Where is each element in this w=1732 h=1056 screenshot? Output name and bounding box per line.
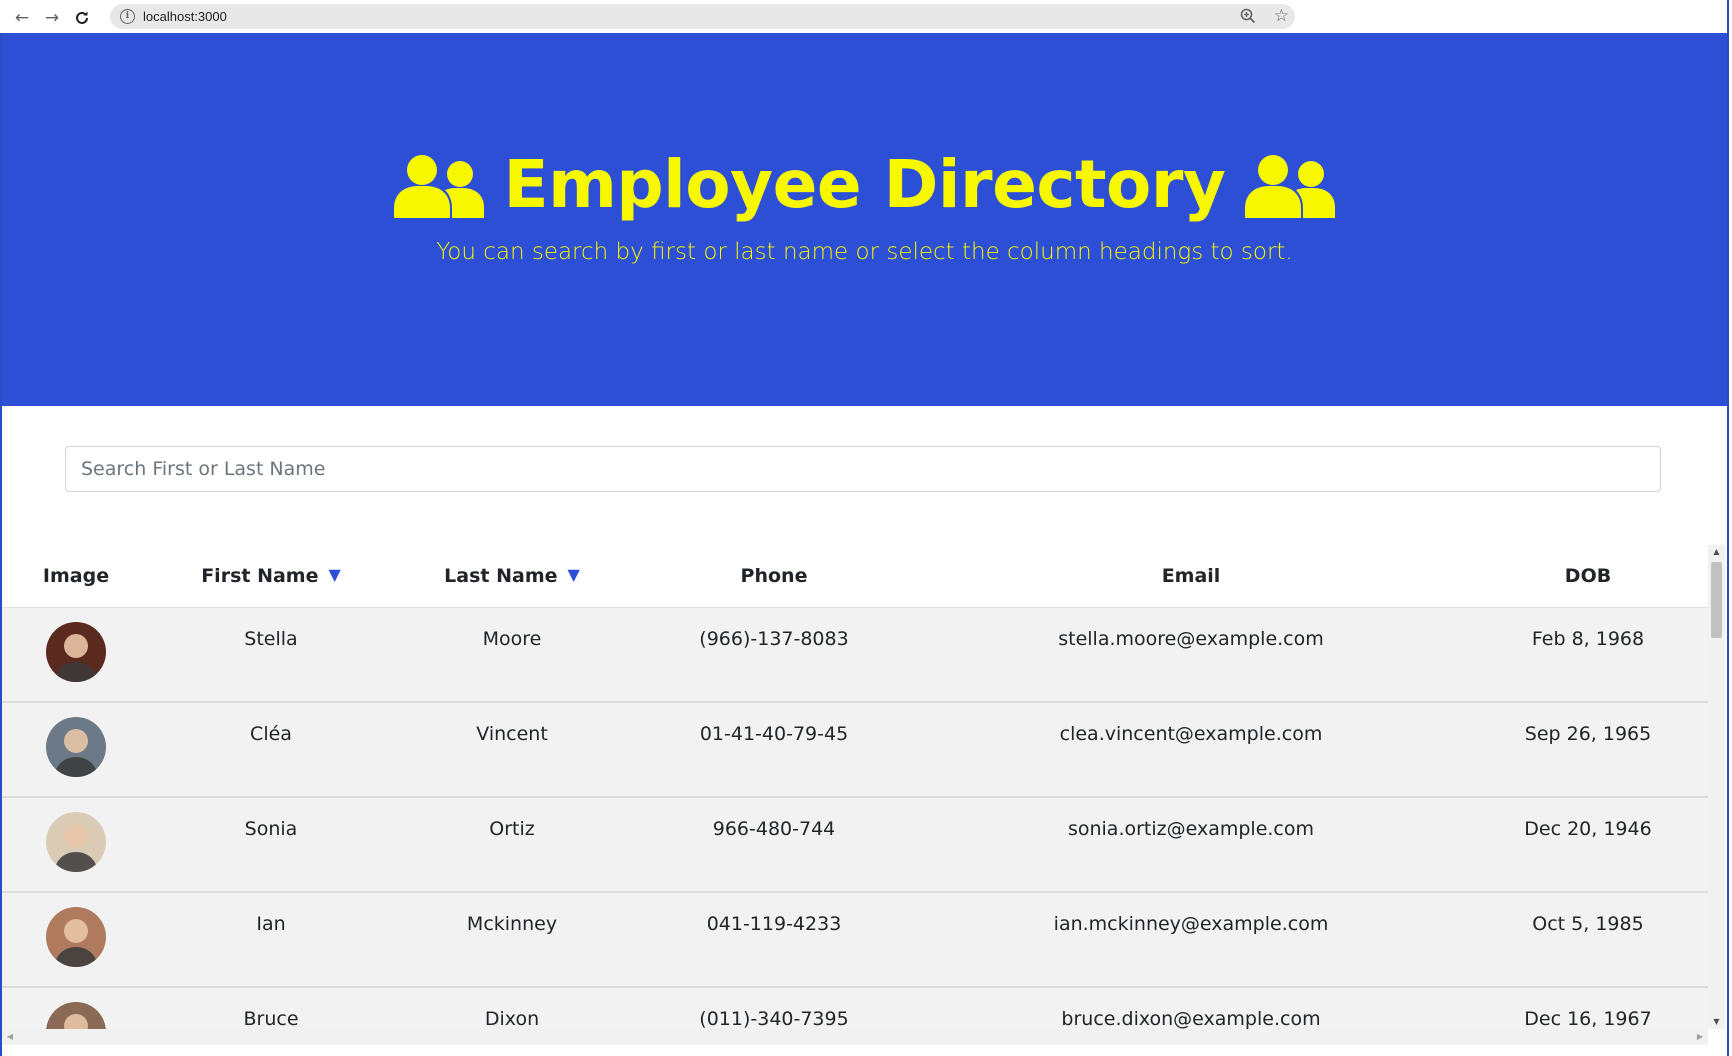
last-name-cell: Mckinney [392, 892, 632, 988]
column-header-email: Email [916, 545, 1466, 608]
avatar [46, 1002, 106, 1029]
scroll-left-arrow-icon[interactable]: ◀ [2, 1029, 18, 1045]
phone-cell: 01-41-40-79-45 [632, 702, 916, 798]
table-row: Stella Moore (966)-137-8083 stella.moore… [2, 607, 1710, 703]
column-header-first-name[interactable]: First Name ▼ [150, 545, 392, 608]
image-cell [2, 892, 150, 988]
last-name-cell: Dixon [392, 987, 632, 1029]
avatar [46, 717, 106, 777]
column-header-last-name[interactable]: Last Name ▼ [392, 545, 632, 608]
email-cell: clea.vincent@example.com [916, 702, 1466, 798]
first-name-cell: Ian [150, 892, 392, 988]
phone-cell: 041-119-4233 [632, 892, 916, 988]
scroll-right-arrow-icon[interactable]: ▶ [1692, 1029, 1708, 1045]
column-label: DOB [1564, 565, 1612, 587]
page-title: Employee Directory [503, 146, 1226, 223]
avatar-photo [46, 907, 106, 967]
first-name-cell: Stella [150, 607, 392, 703]
column-label: Last Name [444, 565, 558, 587]
page-header: Employee Directory You can search by fir… [2, 33, 1727, 406]
dob-cell: Sep 26, 1965 [1466, 702, 1710, 798]
phone-cell: (011)-340-7395 [632, 987, 916, 1029]
first-name-cell: Cléa [150, 702, 392, 798]
sort-arrow-icon[interactable]: ▼ [328, 565, 340, 584]
table-row: Ian Mckinney 041-119-4233 ian.mckinney@e… [2, 892, 1710, 988]
users-icon [393, 155, 484, 218]
title-row: Employee Directory [2, 145, 1727, 225]
employee-table: Image First Name ▼ Last Name ▼ Phone Email… [2, 545, 1710, 1029]
employee-table-container: Image First Name ▼ Last Name ▼ Phone Email… [2, 545, 1710, 1029]
info-icon[interactable]: i [120, 9, 135, 24]
avatar-photo [46, 812, 106, 872]
column-header-image: Image [2, 545, 150, 608]
first-name-cell: Bruce [150, 987, 392, 1029]
image-cell [2, 987, 150, 1029]
dob-cell: Feb 8, 1968 [1466, 607, 1710, 703]
phone-cell: 966-480-744 [632, 797, 916, 893]
table-row: Bruce Dixon (011)-340-7395 bruce.dixon@e… [2, 987, 1710, 1029]
scroll-down-arrow-icon[interactable]: ▼ [1708, 1015, 1725, 1029]
avatar-photo [46, 1002, 106, 1029]
column-label: Phone [740, 565, 808, 587]
table-header-row: Image First Name ▼ Last Name ▼ Phone Email… [2, 545, 1710, 608]
avatar [46, 907, 106, 967]
last-name-cell: Moore [392, 607, 632, 703]
column-label: First Name [201, 565, 319, 587]
email-cell: ian.mckinney@example.com [916, 892, 1466, 988]
url-text[interactable]: localhost:3000 [143, 9, 227, 24]
window-border [1727, 0, 1729, 1056]
email-cell: sonia.ortiz@example.com [916, 797, 1466, 893]
bookmark-star-icon[interactable]: ☆ [1274, 6, 1289, 26]
last-name-cell: Ortiz [392, 797, 632, 893]
forward-arrow-icon[interactable]: → [42, 8, 62, 28]
image-cell [2, 607, 150, 703]
email-cell: stella.moore@example.com [916, 607, 1466, 703]
column-header-phone: Phone [632, 545, 916, 608]
scroll-up-arrow-icon[interactable]: ▲ [1708, 545, 1725, 559]
column-label: Email [1161, 565, 1221, 587]
image-cell [2, 797, 150, 893]
dob-cell: Oct 5, 1985 [1466, 892, 1710, 988]
page-subtitle: You can search by first or last name or … [436, 239, 1293, 265]
table-row: Sonia Ortiz 966-480-744 sonia.ortiz@exam… [2, 797, 1710, 893]
vertical-scrollbar[interactable]: ▲ ▼ [1708, 545, 1725, 1029]
phone-cell: (966)-137-8083 [632, 607, 916, 703]
image-cell [2, 702, 150, 798]
last-name-cell: Vincent [392, 702, 632, 798]
first-name-cell: Sonia [150, 797, 392, 893]
column-header-dob: DOB [1466, 545, 1710, 608]
column-label: Image [42, 565, 110, 587]
email-cell: bruce.dixon@example.com [916, 987, 1466, 1029]
back-arrow-icon[interactable]: ← [12, 8, 32, 28]
table-row: Cléa Vincent 01-41-40-79-45 clea.vincent… [2, 702, 1710, 798]
scrollbar-thumb[interactable] [1711, 562, 1722, 638]
search-input[interactable] [65, 446, 1661, 492]
browser-toolbar: ← → i localhost:3000 ☆ [0, 0, 1732, 33]
horizontal-scrollbar[interactable]: ◀ ▶ [2, 1029, 1708, 1045]
avatar-photo [46, 717, 106, 777]
reload-icon[interactable] [72, 8, 92, 28]
zoom-icon[interactable] [1239, 7, 1257, 25]
avatar [46, 812, 106, 872]
avatar [46, 622, 106, 682]
sort-arrow-icon[interactable]: ▼ [568, 565, 580, 584]
dob-cell: Dec 20, 1946 [1466, 797, 1710, 893]
dob-cell: Dec 16, 1967 [1466, 987, 1710, 1029]
users-icon [1245, 155, 1336, 218]
address-bar[interactable]: i localhost:3000 ☆ [110, 4, 1295, 29]
avatar-photo [46, 622, 106, 682]
